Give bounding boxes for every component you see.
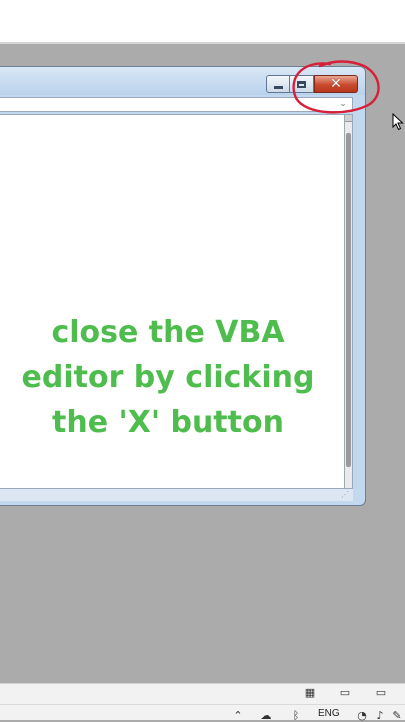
monitor-icon[interactable]: ▭ (375, 687, 387, 699)
background-window-top (0, 0, 405, 42)
caption-line-1: close the VBA (51, 315, 285, 350)
resize-grip-icon[interactable]: ⋰ (341, 491, 349, 499)
taskbar-divider (0, 704, 405, 705)
bluetooth-icon[interactable]: ᛒ (290, 710, 302, 722)
view-icon[interactable]: ▦ (304, 687, 316, 699)
caption-line-2: editor by clicking (21, 360, 315, 395)
cloud-icon[interactable]: ☁ (260, 710, 272, 722)
maximize-button[interactable] (290, 75, 314, 93)
scrollbar-thumb[interactable] (346, 133, 351, 467)
chevron-down-icon[interactable]: ⌄ (336, 97, 350, 112)
restore-icon (297, 80, 306, 88)
up-arrow-icon[interactable]: ⌃ (232, 710, 244, 722)
instruction-caption: close the VBA editor by clicking the 'X'… (0, 310, 336, 445)
vertical-scrollbar[interactable] (344, 114, 353, 489)
mouse-cursor-icon (392, 113, 404, 131)
pen-icon[interactable]: ✎ (391, 710, 403, 722)
taskbar: ▦ ▭ ▭ ⌃ ☁ ᛒ ENG ◔ ♪ ✎ (0, 683, 405, 722)
horizontal-scrollbar-area: ⋰ (0, 489, 353, 501)
minimize-button[interactable] (266, 75, 290, 93)
title-bar[interactable]: ✕ (0, 67, 365, 95)
close-icon: ✕ (330, 76, 342, 92)
procedure-dropdown[interactable]: ⌄ (0, 97, 353, 112)
language-indicator[interactable]: ENG (318, 708, 340, 719)
keyboard-icon[interactable]: ▭ (339, 687, 351, 699)
minimize-icon (273, 86, 283, 89)
split-bar[interactable] (345, 115, 352, 122)
volume-icon[interactable]: ♪ (374, 710, 386, 722)
caption-line-3: the 'X' button (52, 405, 284, 440)
close-button[interactable]: ✕ (314, 75, 358, 93)
background-window-border (0, 42, 405, 44)
wifi-icon[interactable]: ◔ (356, 710, 368, 722)
